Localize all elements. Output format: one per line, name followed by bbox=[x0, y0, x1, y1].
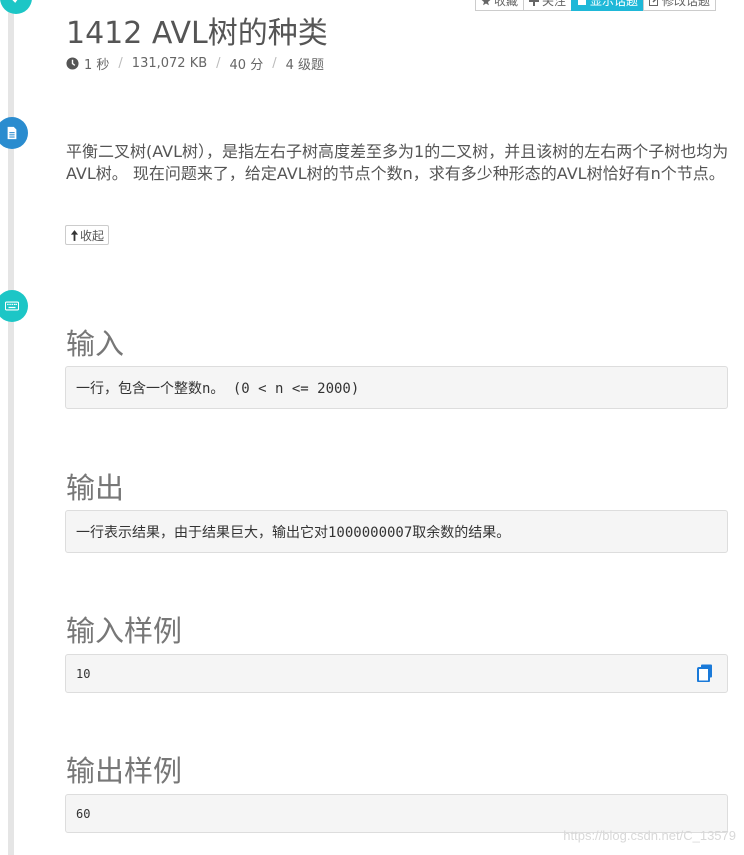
level: 4 级题 bbox=[285, 58, 325, 73]
page-title: 1412 AVL树的种类 bbox=[66, 16, 328, 51]
sample-input-text: 10 bbox=[76, 666, 91, 681]
meta-separator: / bbox=[118, 56, 123, 71]
meta-separator: / bbox=[216, 56, 221, 71]
document-icon bbox=[7, 126, 17, 140]
clock-icon bbox=[66, 57, 79, 70]
output-text: 一行表示结果，由于结果巨大，输出它对1000000007取余数的结果。 bbox=[76, 524, 511, 541]
edit-problem-button[interactable]: 修改话题 bbox=[643, 0, 717, 11]
favorite-button[interactable]: 收藏 bbox=[475, 0, 525, 11]
show-problem-label: 显示话题 bbox=[590, 0, 639, 8]
time-limit: 1 秒 bbox=[84, 58, 110, 73]
memory-limit: 131,072 KB bbox=[131, 56, 208, 71]
sample-output-heading: 输出样例 bbox=[66, 754, 183, 788]
check-icon bbox=[12, 0, 18, 3]
follow-label: 关注 bbox=[542, 0, 567, 8]
edit-icon bbox=[649, 0, 659, 6]
watermark: https://blog.csdn.net/C_13579 bbox=[563, 828, 736, 843]
sample-input-heading: 输入样例 bbox=[66, 614, 183, 648]
problem-meta: 1 秒 / 131,072 KB / 40 分 / 4 级题 bbox=[66, 54, 324, 73]
show-problem-button[interactable]: 显示话题 bbox=[571, 0, 645, 11]
arrow-up-icon bbox=[70, 229, 79, 241]
sample-output-text: 60 bbox=[76, 806, 91, 821]
keyboard-icon bbox=[5, 301, 19, 311]
favorite-label: 收藏 bbox=[494, 0, 519, 8]
plus-icon bbox=[529, 0, 540, 6]
timeline-dot-title bbox=[0, 0, 32, 14]
timeline-dot-io bbox=[0, 290, 28, 322]
edit-problem-label: 修改话题 bbox=[662, 0, 711, 8]
book-icon bbox=[578, 0, 587, 5]
input-description: 一行，包含一个整数n。 (0 < n <= 2000) bbox=[65, 366, 728, 409]
timeline-dot-description bbox=[0, 117, 28, 149]
star-icon bbox=[481, 0, 491, 6]
collapse-button[interactable]: 收起 bbox=[65, 225, 110, 245]
output-heading: 输出 bbox=[66, 471, 125, 505]
sample-input-block: 10 bbox=[65, 654, 728, 693]
score: 40 分 bbox=[229, 58, 264, 73]
follow-button[interactable]: 关注 bbox=[523, 0, 573, 11]
collapse-label: 收起 bbox=[80, 228, 105, 243]
meta-separator: / bbox=[272, 56, 277, 71]
copy-icon[interactable] bbox=[697, 664, 713, 682]
output-description: 一行表示结果，由于结果巨大，输出它对1000000007取余数的结果。 bbox=[65, 510, 728, 553]
problem-toolbar: 收藏 关注 显示话题 修改话题 bbox=[475, 0, 717, 11]
input-text: 一行，包含一个整数n。 (0 < n <= 2000) bbox=[76, 380, 360, 397]
problem-description: 平衡二叉树(AVL树），是指左右子树高度差至多为1的二叉树，并且该树的左右两个子… bbox=[66, 142, 729, 183]
input-heading: 输入 bbox=[66, 327, 125, 361]
